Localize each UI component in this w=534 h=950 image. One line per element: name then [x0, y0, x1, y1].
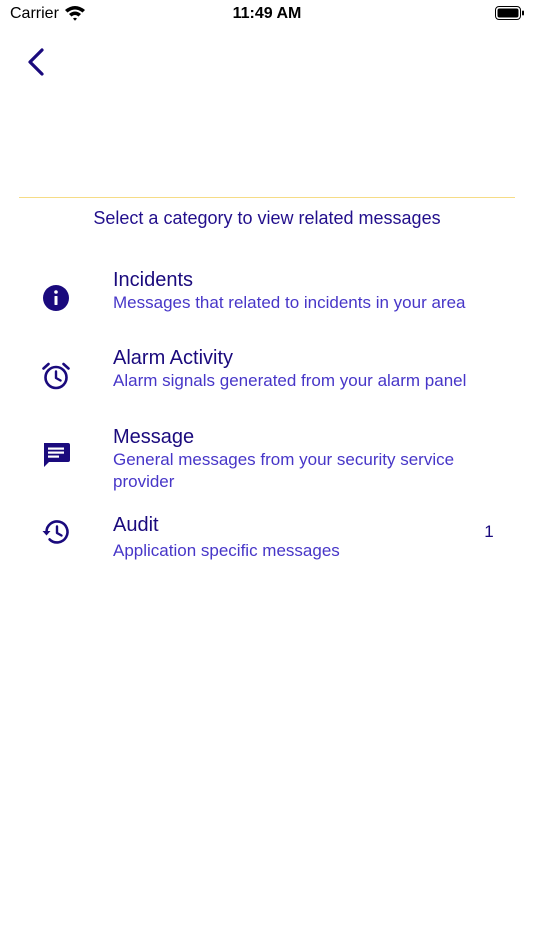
category-item-incidents[interactable]: Incidents Messages that related to incid…: [0, 266, 534, 344]
category-description: Messages that related to incidents in yo…: [113, 293, 466, 312]
status-time: 11:49 AM: [232, 5, 302, 22]
history-icon: [40, 516, 72, 548]
chevron-left-icon: [28, 48, 44, 76]
category-title: Audit: [113, 514, 159, 536]
alarm-clock-icon: [40, 360, 72, 392]
status-bar: Carrier 11:49 AM: [0, 0, 534, 30]
header-divider: [19, 197, 515, 198]
message-icon: [40, 438, 72, 470]
category-item-alarm-activity[interactable]: Alarm Activity Alarm signals generated f…: [0, 344, 534, 423]
battery-icon: [495, 5, 525, 21]
category-title: Message: [113, 426, 195, 448]
category-item-audit[interactable]: Audit Application specific messages 1: [0, 513, 534, 573]
category-description: Application specific messages: [113, 541, 340, 560]
category-item-message[interactable]: Message General messages from your secur…: [0, 423, 534, 513]
info-icon: [40, 282, 72, 314]
category-title: Alarm Activity: [113, 347, 234, 369]
category-description: General messages from your security serv…: [113, 450, 455, 491]
category-count-badge: 1: [484, 522, 494, 541]
category-description: Alarm signals generated from your alarm …: [113, 371, 467, 390]
category-list: Incidents Messages that related to incid…: [0, 266, 534, 573]
instruction-text: Select a category to view related messag…: [93, 208, 441, 228]
back-button[interactable]: [20, 42, 54, 82]
category-title: Incidents: [113, 269, 194, 291]
